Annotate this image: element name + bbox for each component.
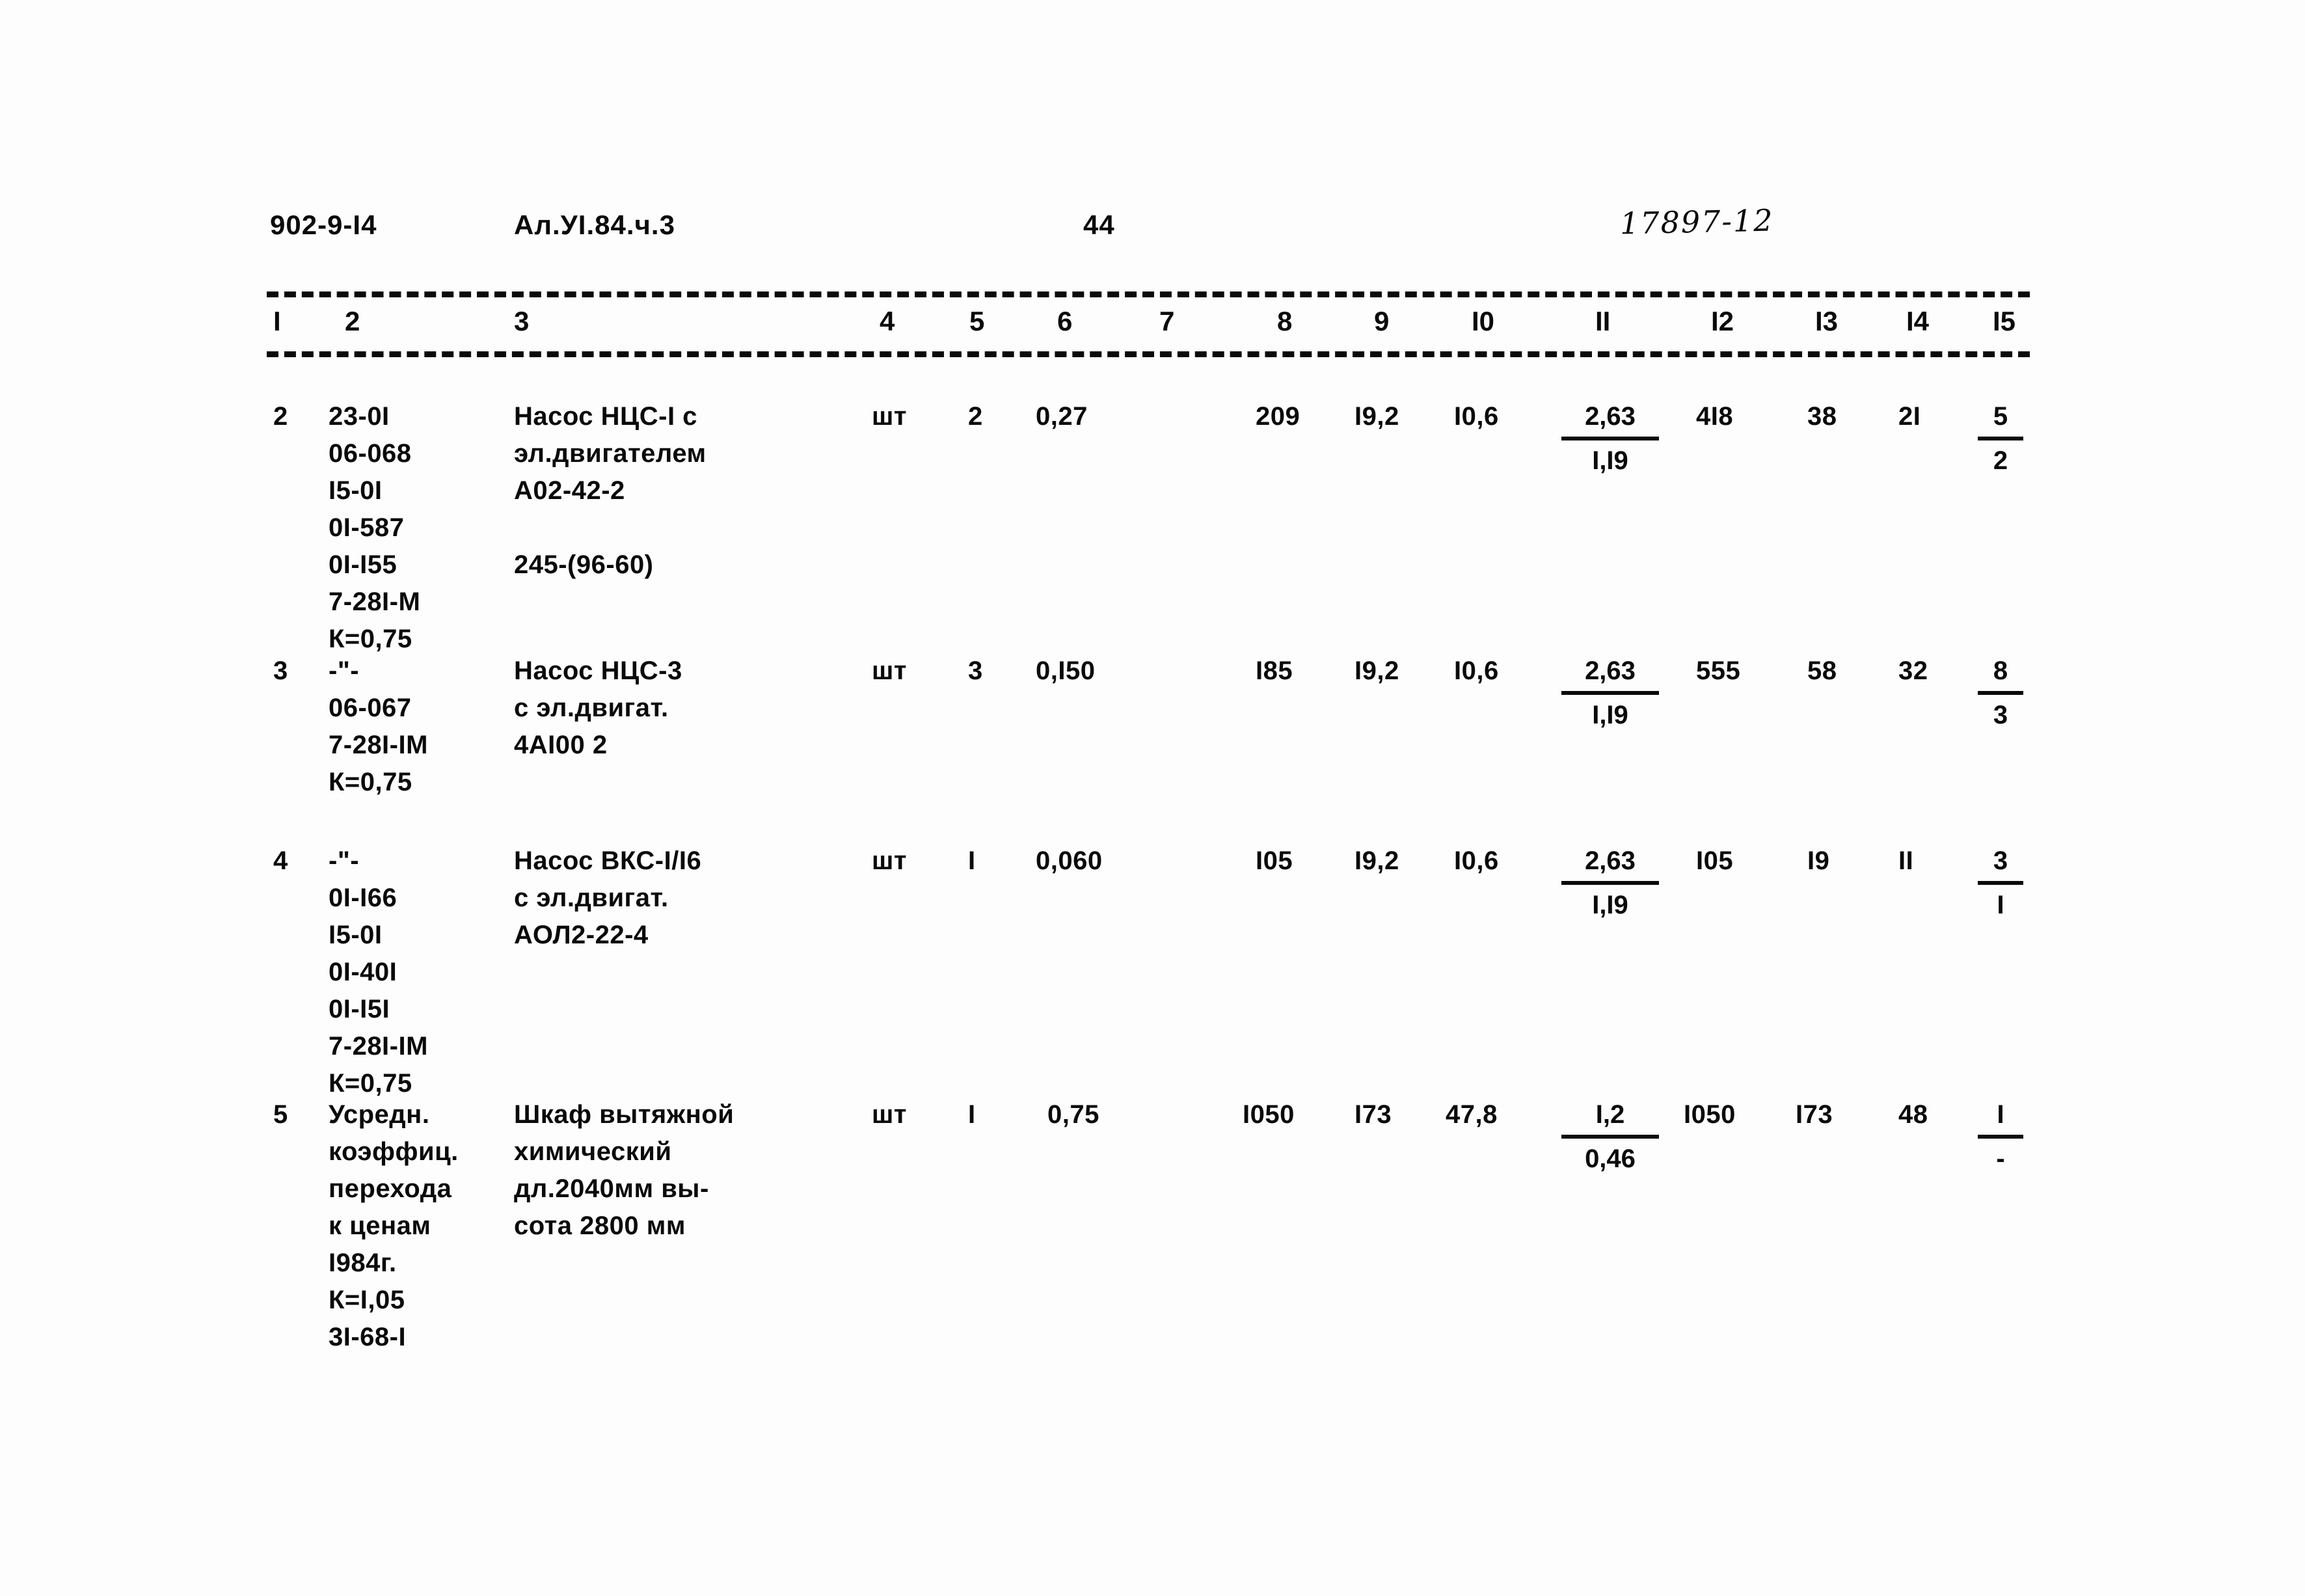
- row-rate-denominator: 0,46: [1585, 1144, 1636, 1173]
- row-sum-salary: I9: [1807, 846, 1830, 875]
- row-rate-fraction: I,2 0,46: [1561, 1096, 1659, 1178]
- row-sum-total: I05: [1696, 846, 1734, 875]
- row-sum-salary: I73: [1796, 1100, 1833, 1129]
- row-sum-total: 4I8: [1696, 402, 1734, 431]
- row-salary: I9,2: [1355, 402, 1399, 431]
- row-total-cost: I05: [1256, 846, 1293, 875]
- column-header-2: 2: [345, 306, 360, 336]
- row-description: Насос ВКС-I/I6 с эл.двигат. АОЛ2-22-4: [514, 846, 702, 949]
- row-rate-fraction: 2,63 I,I9: [1561, 653, 1659, 734]
- row-labor-numerator: 3: [1978, 843, 2023, 885]
- row-labor-fraction: 8 3: [1978, 653, 2023, 734]
- row-labor-fraction: 5 2: [1978, 398, 2023, 480]
- row-sum-total: I050: [1684, 1100, 1736, 1129]
- row-rate-denominator: I,I9: [1592, 446, 1628, 475]
- row-rate-numerator: 2,63: [1561, 843, 1659, 885]
- row-position-number: 3: [273, 656, 288, 685]
- row-rate-numerator: 2,63: [1561, 653, 1659, 695]
- row-mass: 0,060: [1036, 846, 1103, 875]
- row-unit: шт: [872, 656, 907, 685]
- row-machine-cost: I0,6: [1454, 402, 1499, 431]
- row-labor-denominator: 2: [1993, 446, 2008, 475]
- table-rule-bottom: [267, 351, 2030, 357]
- row-rate-fraction: 2,63 I,I9: [1561, 843, 1659, 924]
- row-description: Насос НЦС-3 с эл.двигат. 4АI00 2: [514, 656, 682, 759]
- row-labor-denominator: -: [1996, 1144, 2005, 1173]
- album-reference: Ал.УI.84.ч.3: [514, 210, 675, 240]
- row-sum-salary: 58: [1807, 656, 1837, 685]
- row-salary: I9,2: [1355, 656, 1399, 685]
- row-machine-cost: I0,6: [1454, 846, 1499, 875]
- row-salary: I73: [1355, 1100, 1392, 1129]
- row-machine-cost: 47,8: [1446, 1100, 1498, 1129]
- row-sum-machine: II: [1898, 846, 1914, 875]
- row-description: Насос НЦС-I с эл.двигателем А02-42-2 245…: [514, 402, 707, 579]
- row-quantity: I: [968, 1100, 976, 1129]
- row-sum-machine: 32: [1898, 656, 1928, 685]
- column-header-4: 4: [880, 306, 895, 336]
- row-rate-numerator: I,2: [1561, 1096, 1659, 1139]
- row-labor-numerator: I: [1978, 1096, 2023, 1139]
- row-total-cost: I85: [1256, 656, 1293, 685]
- row-sum-machine: 48: [1898, 1100, 1928, 1129]
- row-labor-fraction: I -: [1978, 1096, 2023, 1178]
- document-code: 902-9-I4: [270, 210, 377, 240]
- column-header-9: 9: [1374, 306, 1390, 336]
- row-quantity: I: [968, 846, 976, 875]
- row-rate-denominator: I,I9: [1592, 891, 1628, 919]
- row-labor-denominator: I: [1997, 891, 2004, 919]
- row-sum-salary: 38: [1807, 402, 1837, 431]
- document-page: 902-9-I4 Ал.УI.84.ч.3 44 17897-12 I 2 3 …: [0, 0, 2305, 1596]
- column-header-10: I0: [1472, 306, 1495, 336]
- row-sum-total: 555: [1696, 656, 1741, 685]
- row-position-number: 5: [273, 1100, 288, 1129]
- row-total-cost: I050: [1243, 1100, 1295, 1129]
- table-rule-top: [267, 291, 2030, 297]
- row-mass: 0,27: [1036, 402, 1088, 431]
- column-header-11: II: [1595, 306, 1611, 336]
- row-norm-codes: -"- 06-067 7-28I-IМ К=0,75: [329, 656, 428, 796]
- row-mass: 0,I50: [1036, 656, 1096, 685]
- row-norm-codes: -"- 0I-I66 I5-0I 0I-40I 0I-I5I 7-28I-IМ …: [329, 846, 428, 1098]
- column-header-5: 5: [969, 306, 985, 336]
- archive-stamp-number: 17897-12: [1619, 202, 1774, 241]
- row-quantity: 3: [968, 656, 983, 685]
- column-header-15: I5: [1993, 306, 2016, 336]
- column-header-13: I3: [1815, 306, 1839, 336]
- page-number: 44: [1083, 210, 1115, 240]
- row-norm-codes: 23-0I 06-068 I5-0I 0I-587 0I-I55 7-28I-М…: [329, 402, 421, 653]
- row-rate-numerator: 2,63: [1561, 398, 1659, 440]
- row-total-cost: 209: [1256, 402, 1301, 431]
- row-machine-cost: I0,6: [1454, 656, 1499, 685]
- column-header-1: I: [273, 306, 281, 336]
- row-labor-fraction: 3 I: [1978, 843, 2023, 924]
- column-header-6: 6: [1057, 306, 1073, 336]
- row-unit: шт: [872, 846, 907, 875]
- column-header-14: I4: [1906, 306, 1930, 336]
- document-header: 902-9-I4 Ал.УI.84.ч.3 44 17897-12: [0, 203, 2305, 255]
- row-unit: шт: [872, 402, 907, 431]
- column-header-7: 7: [1159, 306, 1175, 336]
- row-norm-codes: Усредн. коэффиц. перехода к ценам I984г.…: [329, 1100, 459, 1351]
- row-rate-denominator: I,I9: [1592, 701, 1628, 729]
- row-description: Шкаф вытяжной химический дл.2040мм вы- с…: [514, 1100, 735, 1240]
- row-labor-numerator: 8: [1978, 653, 2023, 695]
- column-header-8: 8: [1277, 306, 1293, 336]
- row-sum-machine: 2I: [1898, 402, 1921, 431]
- row-salary: I9,2: [1355, 846, 1399, 875]
- row-unit: шт: [872, 1100, 907, 1129]
- row-position-number: 2: [273, 402, 288, 431]
- column-header-12: I2: [1711, 306, 1734, 336]
- column-header-3: 3: [514, 306, 530, 336]
- row-labor-numerator: 5: [1978, 398, 2023, 440]
- row-rate-fraction: 2,63 I,I9: [1561, 398, 1659, 480]
- row-quantity: 2: [968, 402, 983, 431]
- row-mass: 0,75: [1047, 1100, 1099, 1129]
- row-labor-denominator: 3: [1993, 701, 2008, 729]
- row-position-number: 4: [273, 846, 288, 875]
